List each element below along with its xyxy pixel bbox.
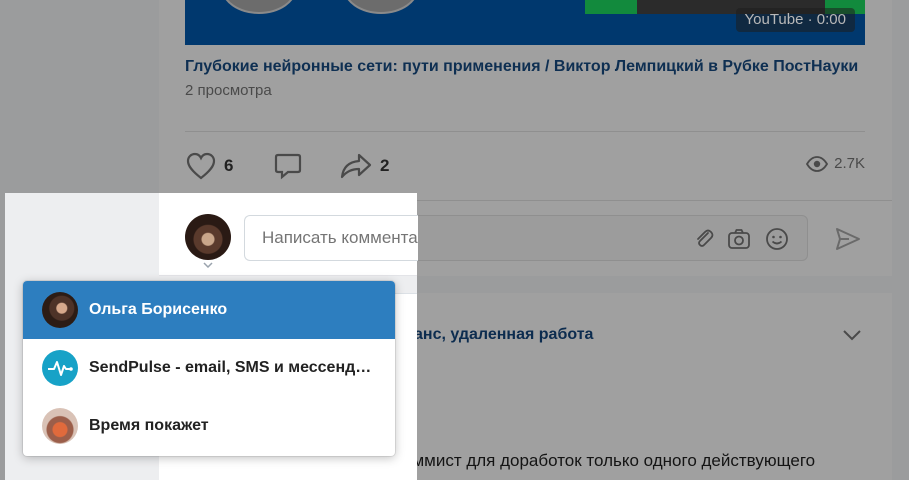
comment-button[interactable] (274, 152, 302, 180)
send-icon[interactable] (835, 226, 861, 252)
identity-option-olga[interactable]: Ольга Борисенко (23, 281, 395, 339)
thumb-decor (585, 0, 637, 14)
identity-dropdown: Ольга Борисенко SendPulse - email, SMS и… (23, 281, 395, 456)
like-count: 6 (224, 156, 234, 175)
avatar (42, 408, 78, 444)
video-source-badge: YouTube · 0:00 (735, 8, 855, 32)
video-views: 2 просмотра (185, 82, 272, 99)
share-button[interactable]: 2 (340, 152, 389, 180)
share-icon (340, 153, 372, 179)
divider (185, 131, 865, 132)
next-post-title[interactable]: иланс, удаленная работа (394, 326, 593, 344)
identity-option-label: Время покажет (89, 417, 209, 434)
chevron-down-icon[interactable] (203, 262, 213, 268)
smile-icon[interactable] (765, 227, 789, 251)
eye-icon (806, 155, 829, 172)
heart-icon (186, 152, 216, 180)
thumb-face-right (343, 0, 419, 14)
identity-option-sendpulse[interactable]: SendPulse - email, SMS и мессендж… (23, 339, 395, 397)
video-title-link[interactable]: Глубокие нейронные сети: пути применения… (185, 58, 858, 76)
video-thumbnail[interactable]: YouTube · 0:00 (185, 0, 865, 45)
chevron-down-icon[interactable] (842, 329, 862, 341)
paperclip-icon[interactable] (692, 227, 716, 251)
avatar (42, 292, 78, 328)
views-counter: 2.7K (806, 155, 865, 172)
share-count: 2 (380, 156, 390, 175)
sendpulse-logo-icon (42, 350, 78, 386)
identity-option-label: SendPulse - email, SMS и мессендж… (89, 359, 379, 376)
views-count: 2.7K (834, 155, 865, 172)
camera-icon[interactable] (727, 227, 751, 251)
comment-icon (274, 153, 302, 180)
comment-input[interactable] (244, 215, 418, 261)
author-avatar-switcher[interactable] (185, 214, 231, 260)
identity-option-label: Ольга Борисенко (89, 301, 228, 318)
thumb-face-left (221, 0, 297, 14)
like-button[interactable]: 6 (186, 152, 233, 180)
identity-option-vremya[interactable]: Время покажет (23, 397, 395, 455)
